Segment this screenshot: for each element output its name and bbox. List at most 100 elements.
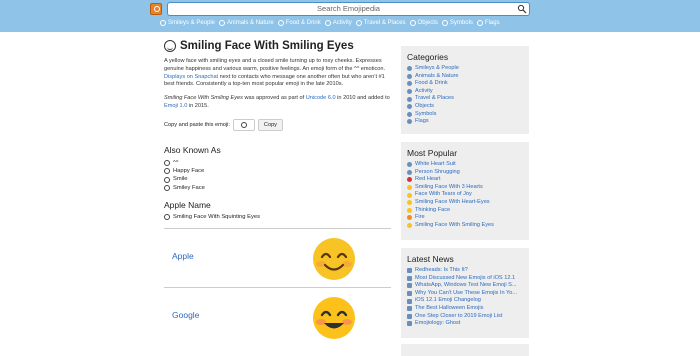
nav-animals-nature[interactable]: Animals & Nature [219,18,274,28]
smiling-face-icon [407,223,412,229]
food-icon [407,81,412,87]
smiling-face-icon [164,213,170,220]
nav-activity[interactable]: Activity [324,18,352,28]
search-placeholder: Search Emojipedia [317,4,380,13]
smiling-face-icon [164,168,170,175]
person-shrugging-icon [407,169,412,175]
latest-news-list: Redheads: Is This It? Most Discussed New… [407,267,523,328]
symbols-icon [441,20,448,26]
page-title: Smiling Face With Smiling Eyes [164,40,391,52]
animal-icon [219,20,226,26]
smiley-icon [160,20,166,26]
category-item[interactable]: Travel & Places [407,95,523,103]
news-thumbnail-icon [407,283,412,289]
next-panel [401,344,529,356]
red-heart-icon [407,177,412,183]
popular-item[interactable]: Face With Tears of Joy [407,191,523,199]
flag-icon [476,20,483,26]
smiling-face-icon [164,184,170,191]
vendor-row-google: Google [164,288,391,346]
list-item: Smile [164,175,391,183]
emoji-version-link[interactable]: Emoji 1.0 [164,103,187,109]
smiling-face-icon [164,176,170,183]
popular-item[interactable]: Fire [407,214,523,222]
news-item[interactable]: WhatsApp, Windows Test New Emoji S... [407,282,523,290]
objects-icon [409,20,416,26]
category-item[interactable]: Objects [407,103,523,111]
apple-emoji-image [313,237,355,280]
category-item[interactable]: Symbols [407,111,523,119]
search-icon[interactable] [517,4,527,14]
search-input[interactable]: Search Emojipedia [167,2,530,16]
nav-flags[interactable]: Flags [476,18,500,28]
news-item[interactable]: iOS 12.1 Emoji Changelog [407,297,523,305]
popular-item[interactable]: Red Heart [407,176,523,184]
nav-smileys-people[interactable]: Smileys & People [160,18,215,28]
list-item: Happy Face [164,167,391,175]
symbols-icon [407,111,412,117]
news-item[interactable]: One Step Closer to 2019 Emoji List [407,313,523,321]
apple-name-heading: Apple Name [164,199,211,210]
apple-name: Smiling Face With Squinting Eyes [164,213,391,220]
vendor-row-apple: Apple [164,229,391,287]
popular-item[interactable]: White Heart Suit [407,161,523,169]
popular-item[interactable]: Person Shrugging [407,169,523,177]
latest-news-panel: Latest News Redheads: Is This It? Most D… [401,248,529,338]
objects-icon [407,104,412,110]
news-thumbnail-icon [407,268,412,274]
animal-icon [407,73,412,79]
approval-text: Smiling Face With Smiling Eyes was appro… [164,95,390,109]
food-icon [277,20,284,26]
smiling-face-icon [164,159,170,166]
news-item[interactable]: Why You Can't Use These Emojis In Yo... [407,290,523,298]
nav-objects[interactable]: Objects [409,18,438,28]
popular-item[interactable]: Smiling Face With Smiling Eyes [407,222,523,230]
latest-news-heading: Latest News [407,254,454,264]
face-tears-joy-icon [407,192,412,198]
vendor-link-google[interactable]: Google [172,310,199,320]
category-nav: Smileys & People Animals & Nature Food &… [160,18,500,28]
category-item[interactable]: Smileys & People [407,65,523,73]
travel-icon [355,20,362,26]
news-thumbnail-icon [407,298,412,304]
thinking-face-icon [407,207,412,213]
news-thumbnail-icon [407,321,412,327]
aka-list: ^^ Happy Face Smile Smiley Face [164,159,391,192]
popular-item[interactable]: Thinking Face [407,207,523,215]
list-item: ^^ [164,159,391,167]
news-item[interactable]: The Best Halloween Emojis [407,305,523,313]
aka-heading: Also Known As [164,144,221,155]
news-item[interactable]: Redheads: Is This It? [407,267,523,275]
emojipedia-logo-icon[interactable] [150,3,162,15]
activity-icon [324,20,331,26]
snapchat-link[interactable]: Displays on Snapchat [164,74,218,80]
most-popular-list: White Heart Suit Person Shrugging Red He… [407,161,523,229]
unicode-link[interactable]: Unicode 6.0 [306,95,336,101]
travel-icon [407,96,412,102]
popular-item[interactable]: Smiling Face With 3 Hearts [407,184,523,192]
category-item[interactable]: Flags [407,118,523,126]
emoji-article: Smiling Face With Smiling Eyes A yellow … [164,40,391,346]
activity-icon [407,89,412,95]
category-item[interactable]: Food & Drink [407,80,523,88]
nav-travel-places[interactable]: Travel & Places [355,18,406,28]
google-emoji-image [313,296,355,339]
news-thumbnail-icon [407,291,412,297]
categories-list: Smileys & People Animals & Nature Food &… [407,65,523,126]
emoji-copy-field[interactable] [232,118,255,131]
emoji-description: A yellow face with smiling eyes and a cl… [164,58,386,88]
most-popular-panel: Most Popular White Heart Suit Person Shr… [401,142,529,240]
category-item[interactable]: Activity [407,88,523,96]
nav-food-drink[interactable]: Food & Drink [277,18,321,28]
category-item[interactable]: Animals & Nature [407,73,523,81]
copy-button[interactable]: Copy [257,118,283,131]
copy-label: Copy and paste this emoji: [164,121,230,128]
categories-panel: Categories Smileys & People Animals & Na… [401,46,529,134]
news-thumbnail-icon [407,275,412,281]
categories-heading: Categories [407,52,449,62]
nav-symbols[interactable]: Symbols [441,18,473,28]
news-item[interactable]: Most Discussed New Emojis of iOS 12.1 [407,275,523,283]
vendor-link-apple[interactable]: Apple [172,251,194,261]
news-item[interactable]: Emojiology: Ghost [407,320,523,328]
popular-item[interactable]: Smiling Face With Heart-Eyes [407,199,523,207]
